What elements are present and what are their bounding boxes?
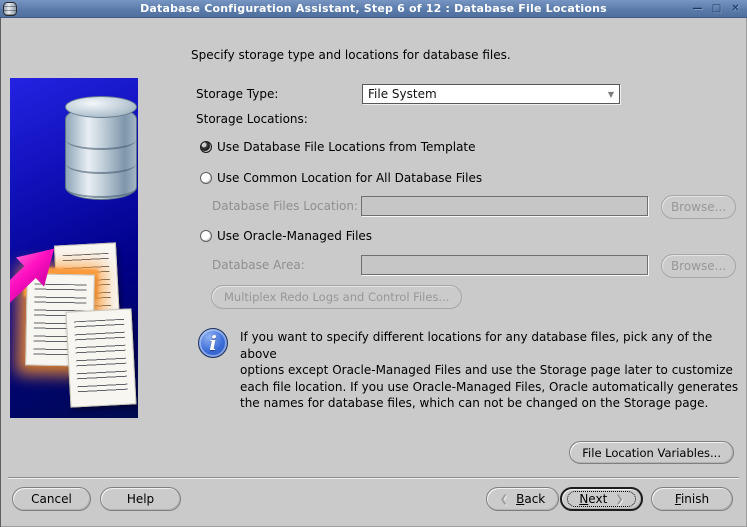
- storage-locations-label: Storage Locations:: [196, 112, 308, 126]
- radio-use-oracle-managed-files[interactable]: Use Oracle-Managed Files: [200, 229, 372, 243]
- maximize-icon[interactable]: □: [709, 1, 724, 16]
- finish-button[interactable]: Finish: [651, 487, 733, 511]
- multiplex-redo-logs-button[interactable]: Multiplex Redo Logs and Control Files...: [211, 285, 463, 309]
- browse-database-area-button[interactable]: Browse...: [661, 254, 736, 278]
- dropdown-arrow-icon[interactable]: ▼: [608, 90, 614, 99]
- radio-button-icon[interactable]: [200, 230, 212, 242]
- info-icon: i: [198, 328, 228, 358]
- sidebar-illustration: [10, 78, 138, 418]
- document-page-icon: [65, 308, 137, 408]
- page-instruction: Specify storage type and locations for d…: [191, 48, 511, 62]
- database-area-input[interactable]: [361, 255, 648, 275]
- footer-separator: [8, 477, 739, 479]
- radio-button-icon[interactable]: [200, 172, 212, 184]
- radio-button-icon[interactable]: [200, 141, 212, 153]
- help-button[interactable]: Help: [100, 487, 181, 511]
- chevron-left-icon: ❮: [499, 493, 509, 505]
- storage-type-select[interactable]: File System ▼: [362, 84, 620, 104]
- file-location-variables-button[interactable]: File Location Variables...: [569, 441, 734, 464]
- cancel-button[interactable]: Cancel: [12, 487, 91, 511]
- database-files-location-input[interactable]: [361, 196, 648, 216]
- back-button[interactable]: ❮ Back: [486, 487, 559, 511]
- database-cylinder-icon: [65, 96, 137, 200]
- browse-database-files-button[interactable]: Browse...: [661, 195, 736, 219]
- window-title: Database Configuration Assistant, Step 6…: [140, 2, 607, 15]
- next-button[interactable]: Next ❯: [560, 487, 643, 511]
- radio-use-common-location[interactable]: Use Common Location for All Database Fil…: [200, 171, 482, 185]
- radio-label: Use Common Location for All Database Fil…: [217, 171, 483, 185]
- storage-type-label: Storage Type:: [196, 87, 279, 101]
- minimize-icon[interactable]: —: [690, 1, 705, 16]
- database-files-location-label: Database Files Location:: [212, 199, 359, 213]
- radio-use-template-locations[interactable]: Use Database File Locations from Templat…: [200, 140, 476, 154]
- radio-label: Use Oracle-Managed Files: [217, 229, 373, 243]
- info-message: If you want to specify different locatio…: [240, 330, 739, 410]
- close-icon[interactable]: ✕: [728, 1, 743, 16]
- title-bar[interactable]: Database Configuration Assistant, Step 6…: [0, 0, 747, 18]
- database-area-label: Database Area:: [212, 258, 305, 272]
- dialog-window: Database Configuration Assistant, Step 6…: [0, 0, 747, 527]
- chevron-right-icon: ❯: [615, 493, 624, 505]
- storage-type-value: File System: [368, 87, 437, 101]
- radio-label: Use Database File Locations from Templat…: [217, 140, 476, 154]
